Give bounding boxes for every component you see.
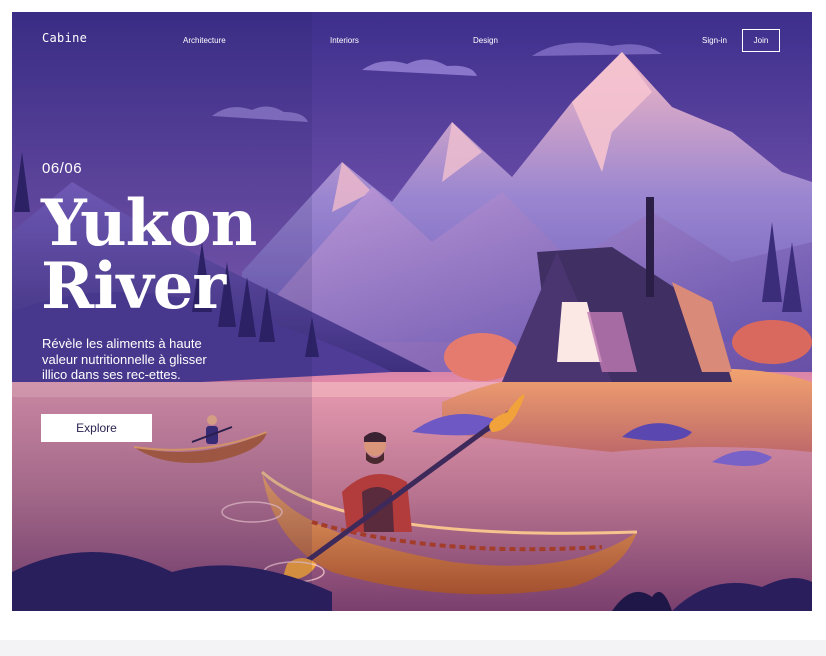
nav-link-architecture[interactable]: Architecture <box>183 36 226 45</box>
slide-counter: 06/06 <box>42 160 83 177</box>
hero-title-line1: Yukon <box>41 186 257 261</box>
brand-logo[interactable]: Cabine <box>42 31 87 45</box>
join-button[interactable]: Join <box>742 29 780 52</box>
hero-description: Révèle les aliments à haute valeur nutri… <box>42 336 207 382</box>
hero-title: Yukon River <box>41 186 257 324</box>
bottom-strip <box>0 640 826 656</box>
nav-link-interiors[interactable]: Interiors <box>330 36 359 45</box>
hero-title-line2: River <box>41 249 226 324</box>
top-nav: Cabine Architecture Interiors Design Sig… <box>12 12 812 68</box>
explore-button[interactable]: Explore <box>41 414 152 442</box>
hero-banner: Cabine Architecture Interiors Design Sig… <box>12 12 812 611</box>
signin-link[interactable]: Sign-in <box>702 36 727 45</box>
nav-link-design[interactable]: Design <box>473 36 498 45</box>
